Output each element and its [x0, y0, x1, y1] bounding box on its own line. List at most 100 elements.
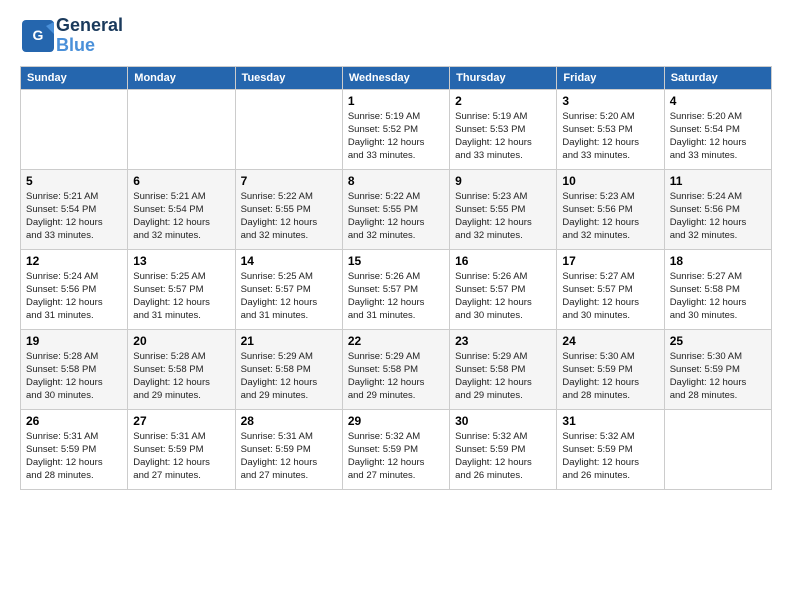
weekday-header-tuesday: Tuesday: [235, 66, 342, 89]
calendar-day-7: 7 Sunrise: 5:22 AM Sunset: 5:55 PM Daylig…: [235, 169, 342, 249]
day-info: Sunrise: 5:28 AM Sunset: 5:58 PM Dayligh…: [26, 350, 122, 403]
day-info: Sunrise: 5:24 AM Sunset: 5:56 PM Dayligh…: [26, 270, 122, 323]
calendar-day-4: 4Sunrise: 5:20 AM Sunset: 5:54 PM Daylig…: [664, 89, 771, 169]
calendar-day-28: 28 Sunrise: 5:31 AM Sunset: 5:59 PM Dayli…: [235, 409, 342, 489]
calendar-week-row: 12 Sunrise: 5:24 AM Sunset: 5:56 PM Dayli…: [21, 249, 772, 329]
calendar-day-10: 10Sunrise: 5:23 AM Sunset: 5:56 PM Dayli…: [557, 169, 664, 249]
day-info: Sunrise: 5:30 AM Sunset: 5:59 PM Dayligh…: [670, 350, 766, 403]
calendar-day-6: 6Sunrise: 5:21 AM Sunset: 5:54 PM Daylig…: [128, 169, 235, 249]
calendar-day-31: 31 Sunrise: 5:32 AM Sunset: 5:59 PM Dayli…: [557, 409, 664, 489]
page-container: G General Blue SundayMondayTuesdayWednes…: [0, 0, 792, 500]
day-number: 30: [455, 414, 551, 428]
day-number: 24: [562, 334, 658, 348]
day-number: 25: [670, 334, 766, 348]
weekday-header-row: SundayMondayTuesdayWednesdayThursdayFrid…: [21, 66, 772, 89]
day-number: 31: [562, 414, 658, 428]
calendar-empty-cell: [235, 89, 342, 169]
day-info: Sunrise: 5:27 AM Sunset: 5:58 PM Dayligh…: [670, 270, 766, 323]
day-number: 20: [133, 334, 229, 348]
day-number: 19: [26, 334, 122, 348]
calendar-day-11: 11Sunrise: 5:24 AM Sunset: 5:56 PM Dayli…: [664, 169, 771, 249]
day-number: 29: [348, 414, 444, 428]
day-info: Sunrise: 5:25 AM Sunset: 5:57 PM Dayligh…: [241, 270, 337, 323]
day-number: 22: [348, 334, 444, 348]
day-info: Sunrise: 5:31 AM Sunset: 5:59 PM Dayligh…: [241, 430, 337, 483]
day-info: Sunrise: 5:26 AM Sunset: 5:57 PM Dayligh…: [455, 270, 551, 323]
day-number: 9: [455, 174, 551, 188]
day-number: 6: [133, 174, 229, 188]
day-info: Sunrise: 5:22 AM Sunset: 5:55 PM Dayligh…: [348, 190, 444, 243]
day-number: 28: [241, 414, 337, 428]
logo: G General Blue: [20, 16, 123, 56]
calendar-day-14: 14 Sunrise: 5:25 AM Sunset: 5:57 PM Dayli…: [235, 249, 342, 329]
weekday-header-monday: Monday: [128, 66, 235, 89]
day-number: 18: [670, 254, 766, 268]
calendar-day-2: 2Sunrise: 5:19 AM Sunset: 5:53 PM Daylig…: [450, 89, 557, 169]
day-info: Sunrise: 5:32 AM Sunset: 5:59 PM Dayligh…: [348, 430, 444, 483]
weekday-header-friday: Friday: [557, 66, 664, 89]
calendar-day-13: 13 Sunrise: 5:25 AM Sunset: 5:57 PM Dayli…: [128, 249, 235, 329]
day-number: 10: [562, 174, 658, 188]
day-number: 7: [241, 174, 337, 188]
calendar-day-16: 16Sunrise: 5:26 AM Sunset: 5:57 PM Dayli…: [450, 249, 557, 329]
calendar-day-18: 18 Sunrise: 5:27 AM Sunset: 5:58 PM Dayli…: [664, 249, 771, 329]
day-number: 21: [241, 334, 337, 348]
day-number: 14: [241, 254, 337, 268]
day-info: Sunrise: 5:31 AM Sunset: 5:59 PM Dayligh…: [133, 430, 229, 483]
calendar-week-row: 1 Sunrise: 5:19 AM Sunset: 5:52 PM Daylig…: [21, 89, 772, 169]
day-number: 1: [348, 94, 444, 108]
calendar-empty-cell: [128, 89, 235, 169]
logo-text-blue: Blue: [56, 36, 123, 56]
calendar-day-23: 23 Sunrise: 5:29 AM Sunset: 5:58 PM Dayli…: [450, 329, 557, 409]
day-number: 8: [348, 174, 444, 188]
day-info: Sunrise: 5:20 AM Sunset: 5:53 PM Dayligh…: [562, 110, 658, 163]
day-number: 12: [26, 254, 122, 268]
day-number: 17: [562, 254, 658, 268]
calendar-day-27: 27 Sunrise: 5:31 AM Sunset: 5:59 PM Dayli…: [128, 409, 235, 489]
day-number: 13: [133, 254, 229, 268]
calendar-week-row: 26 Sunrise: 5:31 AM Sunset: 5:59 PM Dayli…: [21, 409, 772, 489]
day-info: Sunrise: 5:29 AM Sunset: 5:58 PM Dayligh…: [455, 350, 551, 403]
page-header: G General Blue: [20, 16, 772, 56]
day-info: Sunrise: 5:26 AM Sunset: 5:57 PM Dayligh…: [348, 270, 444, 323]
calendar-week-row: 19 Sunrise: 5:28 AM Sunset: 5:58 PM Dayli…: [21, 329, 772, 409]
day-info: Sunrise: 5:29 AM Sunset: 5:58 PM Dayligh…: [348, 350, 444, 403]
svg-text:G: G: [33, 27, 44, 43]
day-number: 26: [26, 414, 122, 428]
calendar-day-20: 20 Sunrise: 5:28 AM Sunset: 5:58 PM Dayli…: [128, 329, 235, 409]
day-number: 23: [455, 334, 551, 348]
weekday-header-wednesday: Wednesday: [342, 66, 449, 89]
day-number: 15: [348, 254, 444, 268]
day-info: Sunrise: 5:32 AM Sunset: 5:59 PM Dayligh…: [562, 430, 658, 483]
day-info: Sunrise: 5:29 AM Sunset: 5:58 PM Dayligh…: [241, 350, 337, 403]
calendar-day-21: 21 Sunrise: 5:29 AM Sunset: 5:58 PM Dayli…: [235, 329, 342, 409]
day-number: 27: [133, 414, 229, 428]
calendar-day-29: 29 Sunrise: 5:32 AM Sunset: 5:59 PM Dayli…: [342, 409, 449, 489]
day-info: Sunrise: 5:22 AM Sunset: 5:55 PM Dayligh…: [241, 190, 337, 243]
calendar-day-30: 30Sunrise: 5:32 AM Sunset: 5:59 PM Dayli…: [450, 409, 557, 489]
calendar-day-24: 24Sunrise: 5:30 AM Sunset: 5:59 PM Dayli…: [557, 329, 664, 409]
calendar-day-26: 26Sunrise: 5:31 AM Sunset: 5:59 PM Dayli…: [21, 409, 128, 489]
day-number: 5: [26, 174, 122, 188]
day-info: Sunrise: 5:19 AM Sunset: 5:52 PM Dayligh…: [348, 110, 444, 163]
calendar-day-12: 12 Sunrise: 5:24 AM Sunset: 5:56 PM Dayli…: [21, 249, 128, 329]
calendar-day-15: 15 Sunrise: 5:26 AM Sunset: 5:57 PM Dayli…: [342, 249, 449, 329]
weekday-header-thursday: Thursday: [450, 66, 557, 89]
day-info: Sunrise: 5:25 AM Sunset: 5:57 PM Dayligh…: [133, 270, 229, 323]
logo-icon: G: [20, 18, 56, 54]
day-info: Sunrise: 5:28 AM Sunset: 5:58 PM Dayligh…: [133, 350, 229, 403]
day-info: Sunrise: 5:23 AM Sunset: 5:55 PM Dayligh…: [455, 190, 551, 243]
day-info: Sunrise: 5:19 AM Sunset: 5:53 PM Dayligh…: [455, 110, 551, 163]
calendar-day-9: 9 Sunrise: 5:23 AM Sunset: 5:55 PM Daylig…: [450, 169, 557, 249]
calendar-empty-cell: [664, 409, 771, 489]
day-info: Sunrise: 5:21 AM Sunset: 5:54 PM Dayligh…: [26, 190, 122, 243]
logo-text-general: General: [56, 16, 123, 36]
day-number: 3: [562, 94, 658, 108]
weekday-header-sunday: Sunday: [21, 66, 128, 89]
calendar-day-22: 22 Sunrise: 5:29 AM Sunset: 5:58 PM Dayli…: [342, 329, 449, 409]
day-info: Sunrise: 5:27 AM Sunset: 5:57 PM Dayligh…: [562, 270, 658, 323]
calendar-table: SundayMondayTuesdayWednesdayThursdayFrid…: [20, 66, 772, 490]
calendar-empty-cell: [21, 89, 128, 169]
calendar-day-8: 8 Sunrise: 5:22 AM Sunset: 5:55 PM Daylig…: [342, 169, 449, 249]
calendar-day-3: 3 Sunrise: 5:20 AM Sunset: 5:53 PM Daylig…: [557, 89, 664, 169]
